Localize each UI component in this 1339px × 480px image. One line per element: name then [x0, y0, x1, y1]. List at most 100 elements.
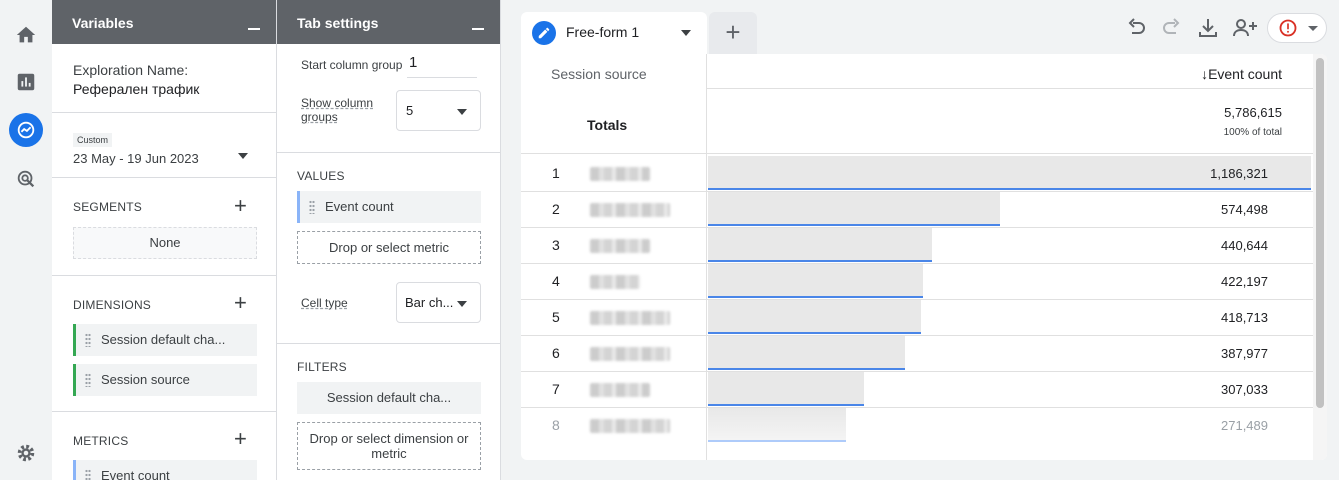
scrollbar-thumb[interactable]	[1316, 58, 1324, 408]
tab-free-form-1[interactable]: Free-form 1	[521, 12, 707, 54]
download-icon[interactable]	[1196, 16, 1220, 40]
tab-settings-panel: Tab settings Start column group 1 Show c…	[277, 0, 501, 480]
redacted-source	[590, 419, 670, 433]
metrics-section: METRICS + Event count	[52, 412, 276, 480]
row-rank: 7	[552, 381, 560, 397]
dimensions-title: DIMENSIONS	[73, 298, 152, 312]
reports-icon[interactable]	[9, 65, 43, 99]
event-count-value: 387,977	[1221, 346, 1268, 361]
dimension-header[interactable]: Session source	[551, 66, 647, 82]
filters-section: FILTERS Session default cha... Drop or s…	[277, 344, 500, 480]
exploration-name-label: Exploration Name:	[73, 62, 189, 78]
drag-handle-icon[interactable]	[309, 200, 315, 214]
table-row[interactable]: 5 418,713	[521, 299, 1313, 335]
advertising-icon[interactable]	[9, 162, 43, 196]
totals-label: Totals	[587, 117, 628, 133]
event-count-bar	[708, 372, 864, 406]
metric-chip[interactable]: Event count	[73, 460, 257, 480]
home-icon[interactable]	[9, 18, 43, 52]
drag-handle-icon[interactable]	[85, 373, 91, 387]
segments-none[interactable]: None	[73, 227, 257, 259]
dimension-chip[interactable]: Session default cha...	[73, 324, 257, 356]
add-metric-button[interactable]: +	[234, 428, 247, 450]
row-rank: 1	[552, 165, 560, 181]
value-metric-chip[interactable]: Event count	[297, 191, 481, 223]
event-count-bar	[708, 192, 1000, 226]
filter-chip[interactable]: Session default cha...	[297, 382, 481, 414]
date-range-section[interactable]: Custom 23 May - 19 Jun 2023	[52, 113, 276, 178]
tab-label: Free-form 1	[566, 24, 640, 40]
filters-title: FILTERS	[297, 360, 347, 374]
row-rank: 8	[552, 417, 560, 433]
pencil-icon[interactable]	[532, 21, 556, 45]
row-rank: 3	[552, 237, 560, 253]
settings-icon[interactable]	[9, 436, 43, 470]
table-row[interactable]: 3 440,644	[521, 227, 1313, 263]
values-section: VALUES Event count Drop or select metric…	[277, 153, 500, 344]
event-count-value: 574,498	[1221, 202, 1268, 217]
show-column-groups-select[interactable]: 5	[396, 90, 481, 131]
drop-metric-zone[interactable]: Drop or select metric	[297, 231, 481, 264]
event-count-bar	[708, 336, 905, 370]
nav-rail	[0, 0, 52, 480]
drop-filter-zone[interactable]: Drop or select dimension or metric	[297, 422, 481, 470]
date-range-value: 23 May - 19 Jun 2023	[73, 151, 199, 166]
drag-handle-icon[interactable]	[85, 333, 91, 347]
chevron-down-icon	[1308, 26, 1318, 31]
redacted-source	[590, 383, 650, 397]
event-count-value: 440,644	[1221, 238, 1268, 253]
alert-icon	[1279, 19, 1297, 37]
metric-header[interactable]: ↓Event count	[1201, 66, 1282, 82]
add-tab-button[interactable]: +	[709, 12, 757, 54]
event-count-value: 307,033	[1221, 382, 1268, 397]
show-column-groups-label: Show column groups	[301, 96, 374, 124]
exploration-name-input[interactable]: Реферален трафик	[73, 81, 199, 97]
table-row[interactable]: 1 1,186,321	[521, 155, 1313, 191]
table-row[interactable]: 4 422,197	[521, 263, 1313, 299]
collapse-tab-settings-button[interactable]	[472, 28, 484, 30]
chevron-down-icon	[457, 301, 467, 307]
row-rank: 4	[552, 273, 560, 289]
event-count-value: 1,186,321	[1210, 166, 1268, 181]
segments-title: SEGMENTS	[73, 200, 142, 214]
redo-icon[interactable]	[1160, 16, 1184, 40]
redacted-source	[590, 347, 670, 361]
date-dropdown-icon[interactable]	[238, 153, 248, 159]
cell-type-select[interactable]: Bar ch...	[396, 282, 481, 323]
start-column-group-input[interactable]: 1	[407, 54, 477, 78]
alert-button[interactable]	[1267, 13, 1327, 43]
collapse-variables-button[interactable]	[248, 28, 260, 30]
tab-menu-icon[interactable]	[681, 30, 691, 36]
table-row[interactable]: 6 387,977	[521, 335, 1313, 371]
table-row[interactable]: 8 271,489	[521, 407, 1313, 443]
vertical-scrollbar[interactable]	[1313, 54, 1327, 460]
dimensions-section: DIMENSIONS + Session default cha... Sess…	[52, 276, 276, 412]
variables-header: Variables	[52, 0, 276, 44]
dimension-chip[interactable]: Session source	[73, 364, 257, 396]
totals-value: 5,786,615	[1224, 105, 1282, 120]
data-table: Session source ↓Event count Totals 5,786…	[521, 54, 1327, 460]
tab-settings-title: Tab settings	[297, 15, 379, 31]
drag-handle-icon[interactable]	[85, 469, 91, 480]
event-count-bar	[708, 300, 921, 334]
row-rank: 2	[552, 201, 560, 217]
totals-percent: 100% of total	[1223, 127, 1282, 138]
event-count-bar	[708, 408, 846, 442]
add-segment-button[interactable]: +	[234, 195, 247, 217]
table-row[interactable]: 2 574,498	[521, 191, 1313, 227]
date-badge: Custom	[73, 133, 113, 147]
start-column-group-label: Start column group	[301, 58, 403, 72]
event-count-bar	[708, 228, 932, 262]
row-rank: 5	[552, 309, 560, 325]
add-dimension-button[interactable]: +	[234, 292, 247, 314]
event-count-bar	[708, 264, 923, 298]
chevron-down-icon	[457, 109, 467, 115]
redacted-source	[590, 203, 670, 217]
undo-icon[interactable]	[1124, 16, 1148, 40]
event-count-value: 418,713	[1221, 310, 1268, 325]
explore-icon[interactable]	[9, 113, 43, 147]
share-icon[interactable]	[1231, 16, 1259, 40]
metrics-title: METRICS	[73, 434, 129, 448]
event-count-value: 271,489	[1221, 418, 1268, 433]
table-row[interactable]: 7 307,033	[521, 371, 1313, 407]
